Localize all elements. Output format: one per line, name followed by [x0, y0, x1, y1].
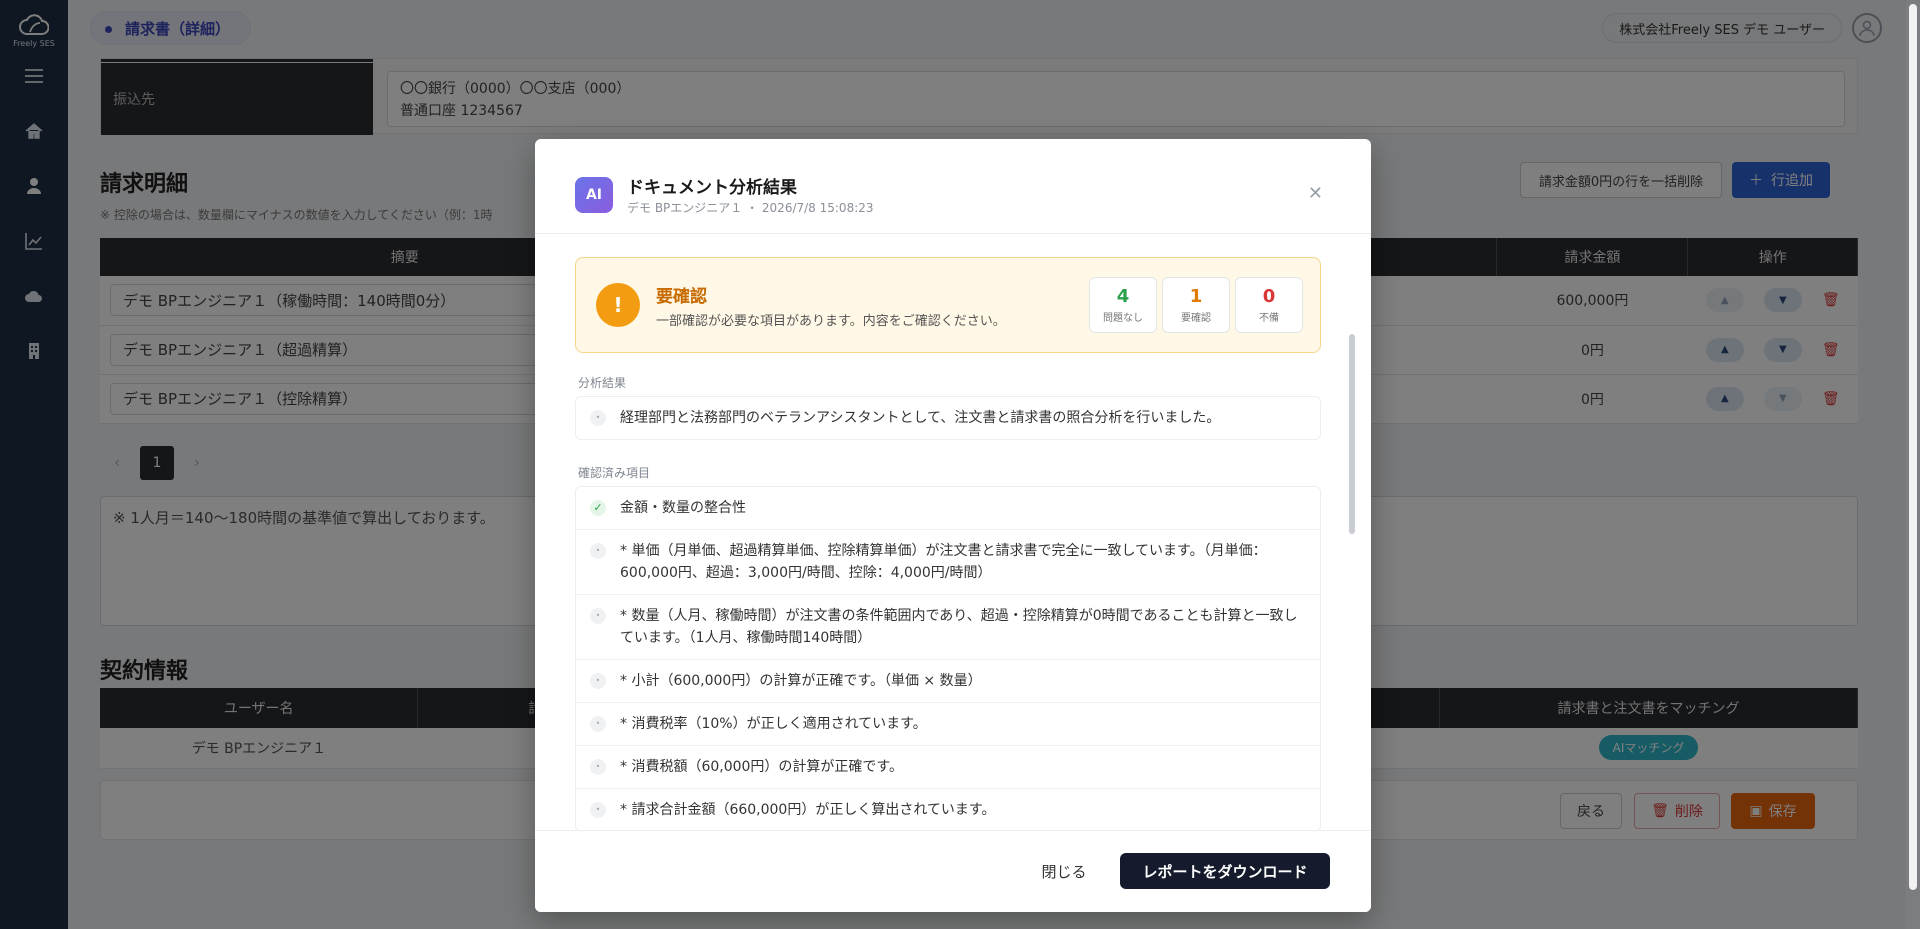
download-report-button[interactable]: レポートをダウンロード	[1120, 853, 1330, 889]
stat-value: 0	[1262, 286, 1276, 307]
stat-check: 1 要確認	[1162, 277, 1230, 333]
list-item-text: * 単価（月単価、超過精算単価、控除精算単価）が注文書と請求書で完全に一致してい…	[620, 543, 1267, 581]
stat-defect: 0 不備	[1235, 277, 1303, 333]
modal-title: ドキュメント分析結果	[627, 178, 797, 198]
ai-badge: AI	[575, 177, 613, 213]
close-button[interactable]: 閉じる	[1014, 853, 1114, 889]
list-item: • * 消費税額（60,000円）の計算が正確です。	[576, 746, 1320, 789]
list-item: • * 消費税率（10%）が正しく適用されています。	[576, 703, 1320, 746]
modal-footer: 閉じる レポートをダウンロード	[535, 830, 1371, 912]
checked-list: ✓ 金額・数量の整合性 • * 単価（月単価、超過精算単価、控除精算単価）が注文…	[575, 486, 1321, 830]
modal-header: AI ドキュメント分析結果 デモ BPエンジニア１ ・ 2026/7/8 15:…	[535, 139, 1371, 234]
checked-label: 確認済み項目	[578, 466, 651, 480]
status-alert: ! 要確認 一部確認が必要な項目があります。内容をご確認ください。 4 問題なし…	[575, 257, 1321, 353]
stat-value: 4	[1116, 286, 1130, 307]
bullet-icon: •	[590, 759, 606, 775]
analysis-label: 分析結果	[578, 376, 627, 390]
modal-body[interactable]: ! 要確認 一部確認が必要な項目があります。内容をご確認ください。 4 問題なし…	[535, 234, 1371, 830]
list-item: ✓ 金額・数量の整合性	[576, 487, 1320, 530]
list-item: • 経理部門と法務部門のベテランアシスタントとして、注文書と請求書の照合分析を行…	[576, 397, 1320, 439]
modal-subtitle: デモ BPエンジニア１ ・ 2026/7/8 15:08:23	[627, 201, 874, 215]
list-item-text: * 消費税額（60,000円）の計算が正確です。	[620, 759, 904, 775]
warning-icon: !	[596, 283, 640, 327]
list-item: • * 数量（人月、稼働時間）が注文書の条件範囲内であり、超過・控除精算が0時間…	[576, 595, 1320, 660]
bullet-icon: •	[590, 673, 606, 689]
analysis-list: • 経理部門と法務部門のベテランアシスタントとして、注文書と請求書の照合分析を行…	[575, 396, 1321, 440]
list-item-text: * 消費税率（10%）が正しく適用されています。	[620, 716, 927, 732]
stat-value: 1	[1189, 286, 1203, 307]
close-icon[interactable]: ✕	[1308, 183, 1323, 204]
scrollbar-thumb[interactable]	[1909, 4, 1917, 890]
window-scrollbar[interactable]	[1906, 0, 1920, 929]
list-item-text: * 請求合計金額（660,000円）が正しく算出されています。	[620, 802, 996, 818]
modal-scrollbar[interactable]	[1349, 334, 1355, 534]
list-item: • * 請求合計金額（660,000円）が正しく算出されています。	[576, 789, 1320, 830]
check-icon: ✓	[590, 500, 606, 516]
alert-description: 一部確認が必要な項目があります。内容をご確認ください。	[656, 314, 1006, 329]
stat-label: 問題なし	[1103, 313, 1143, 324]
bullet-icon: •	[590, 716, 606, 732]
stat-label: 不備	[1259, 313, 1279, 324]
analysis-modal: AI ドキュメント分析結果 デモ BPエンジニア１ ・ 2026/7/8 15:…	[535, 139, 1371, 912]
stat-ok: 4 問題なし	[1089, 277, 1157, 333]
list-item-text: * 小計（600,000円）の計算が正確です。（単価 × 数量）	[620, 673, 982, 689]
list-item-text: * 数量（人月、稼働時間）が注文書の条件範囲内であり、超過・控除精算が0時間であ…	[620, 608, 1298, 646]
bullet-icon: •	[590, 802, 606, 818]
bullet-icon: •	[590, 608, 606, 624]
list-item: • * 小計（600,000円）の計算が正確です。（単価 × 数量）	[576, 660, 1320, 703]
list-item-text: 金額・数量の整合性	[620, 500, 746, 516]
list-item-text: 経理部門と法務部門のベテランアシスタントとして、注文書と請求書の照合分析を行いま…	[620, 410, 1221, 426]
stat-label: 要確認	[1181, 313, 1211, 324]
list-item: • * 単価（月単価、超過精算単価、控除精算単価）が注文書と請求書で完全に一致し…	[576, 530, 1320, 595]
alert-title: 要確認	[656, 287, 707, 307]
bullet-icon: •	[590, 543, 606, 559]
bullet-icon: •	[590, 410, 606, 426]
